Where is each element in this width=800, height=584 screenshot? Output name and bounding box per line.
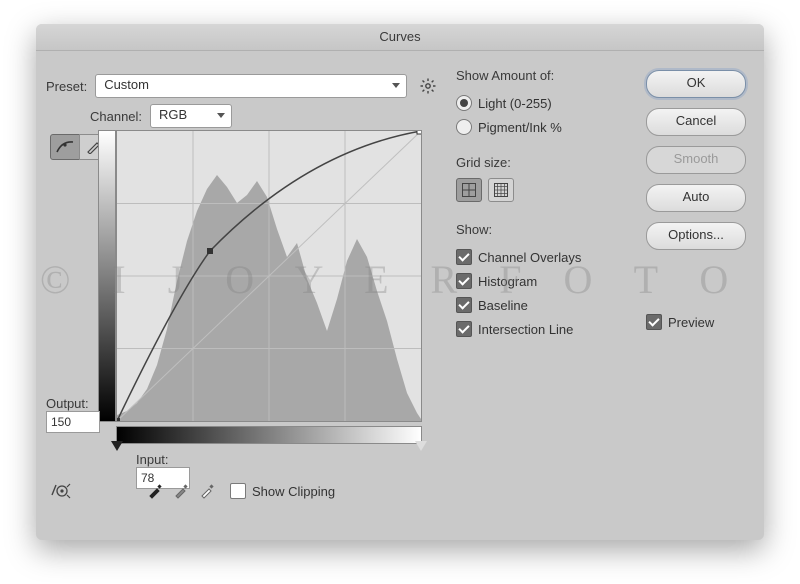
cancel-button[interactable]: Cancel bbox=[646, 108, 746, 136]
radio-pigment-label: Pigment/Ink % bbox=[478, 120, 562, 135]
show-baseline[interactable]: Baseline bbox=[456, 293, 626, 317]
grid-size-row bbox=[456, 178, 626, 202]
chk-histogram bbox=[456, 273, 472, 289]
preset-select[interactable]: Custom bbox=[95, 74, 407, 98]
preset-value: Custom bbox=[104, 77, 149, 92]
grid-10x10-icon bbox=[494, 183, 508, 197]
gear-icon bbox=[420, 78, 436, 94]
show-histogram[interactable]: Histogram bbox=[456, 269, 626, 293]
curve-point-tool[interactable] bbox=[50, 134, 80, 160]
show-clipping-label: Show Clipping bbox=[252, 484, 335, 499]
show-clipping-checkbox[interactable] bbox=[230, 483, 246, 499]
chk-baseline bbox=[456, 297, 472, 313]
eyedropper-gray-icon bbox=[173, 483, 189, 499]
target-adjust-icon bbox=[50, 481, 72, 501]
curve-handle-shadow[interactable] bbox=[117, 418, 120, 421]
input-label: Input: bbox=[136, 452, 196, 467]
grid-4x4-button[interactable] bbox=[456, 178, 482, 202]
lbl-baseline: Baseline bbox=[478, 298, 528, 313]
options-button[interactable]: Options... bbox=[646, 222, 746, 250]
channel-select[interactable]: RGB bbox=[150, 104, 232, 128]
eyedropper-white-icon bbox=[199, 483, 215, 499]
radio-light[interactable]: Light (0-255) bbox=[456, 91, 626, 115]
channel-value: RGB bbox=[159, 107, 187, 122]
eyedropper-white[interactable] bbox=[196, 480, 218, 502]
eyedropper-black-icon bbox=[147, 483, 163, 499]
preset-row: Preset: Custom bbox=[46, 74, 439, 98]
dialog-title: Curves bbox=[36, 24, 764, 51]
preview-row[interactable]: Preview bbox=[646, 314, 746, 330]
bottom-row: Show Clipping bbox=[50, 480, 335, 502]
target-adjust-button[interactable] bbox=[50, 481, 72, 501]
input-gradient-bar bbox=[116, 426, 422, 444]
dialog-content: Preset: Custom Channel: bbox=[36, 50, 764, 540]
radio-pigment[interactable]: Pigment/Ink % bbox=[456, 115, 626, 139]
show-channel-overlays[interactable]: Channel Overlays bbox=[456, 245, 626, 269]
grid-10x10-button[interactable] bbox=[488, 178, 514, 202]
curves-dialog: Curves Preset: Custom bbox=[36, 24, 764, 540]
channel-row: Channel: RGB bbox=[90, 104, 232, 128]
preview-checkbox bbox=[646, 314, 662, 330]
curve-handle-selected[interactable] bbox=[207, 248, 213, 254]
show-amount-title: Show Amount of: bbox=[456, 68, 626, 83]
curves-graph-svg bbox=[117, 131, 421, 421]
button-column: OK Cancel Smooth Auto Options... bbox=[646, 70, 746, 250]
radio-pigment-dot bbox=[456, 119, 472, 135]
output-label: Output: bbox=[46, 396, 98, 411]
eyedropper-gray[interactable] bbox=[170, 480, 192, 502]
auto-button[interactable]: Auto bbox=[646, 184, 746, 212]
lbl-intersection: Intersection Line bbox=[478, 322, 573, 337]
channel-label: Channel: bbox=[90, 109, 142, 124]
chk-intersection bbox=[456, 321, 472, 337]
preset-options-button[interactable] bbox=[417, 75, 439, 97]
curves-graph[interactable] bbox=[116, 130, 422, 422]
black-point-slider[interactable] bbox=[111, 441, 123, 451]
lbl-channel-overlays: Channel Overlays bbox=[478, 250, 581, 265]
preset-label: Preset: bbox=[46, 79, 87, 94]
smooth-button: Smooth bbox=[646, 146, 746, 174]
radio-light-dot bbox=[456, 95, 472, 111]
eyedropper-black[interactable] bbox=[144, 480, 166, 502]
white-point-slider[interactable] bbox=[415, 441, 427, 451]
output-field[interactable] bbox=[46, 411, 100, 433]
curve-handle-highlight[interactable] bbox=[417, 131, 421, 134]
output-gradient-bar bbox=[98, 130, 116, 422]
show-intersection-line[interactable]: Intersection Line bbox=[456, 317, 626, 341]
show-title: Show: bbox=[456, 222, 626, 237]
lbl-histogram: Histogram bbox=[478, 274, 537, 289]
ok-button[interactable]: OK bbox=[646, 70, 746, 98]
output-block: Output: bbox=[46, 396, 98, 433]
preview-label: Preview bbox=[668, 315, 714, 330]
right-column: Show Amount of: Light (0-255) Pigment/In… bbox=[456, 68, 626, 341]
grid-4x4-icon bbox=[462, 183, 476, 197]
chk-channel-overlays bbox=[456, 249, 472, 265]
curve-tool-icon bbox=[56, 140, 74, 154]
grid-size-title: Grid size: bbox=[456, 155, 626, 170]
radio-light-label: Light (0-255) bbox=[478, 96, 552, 111]
